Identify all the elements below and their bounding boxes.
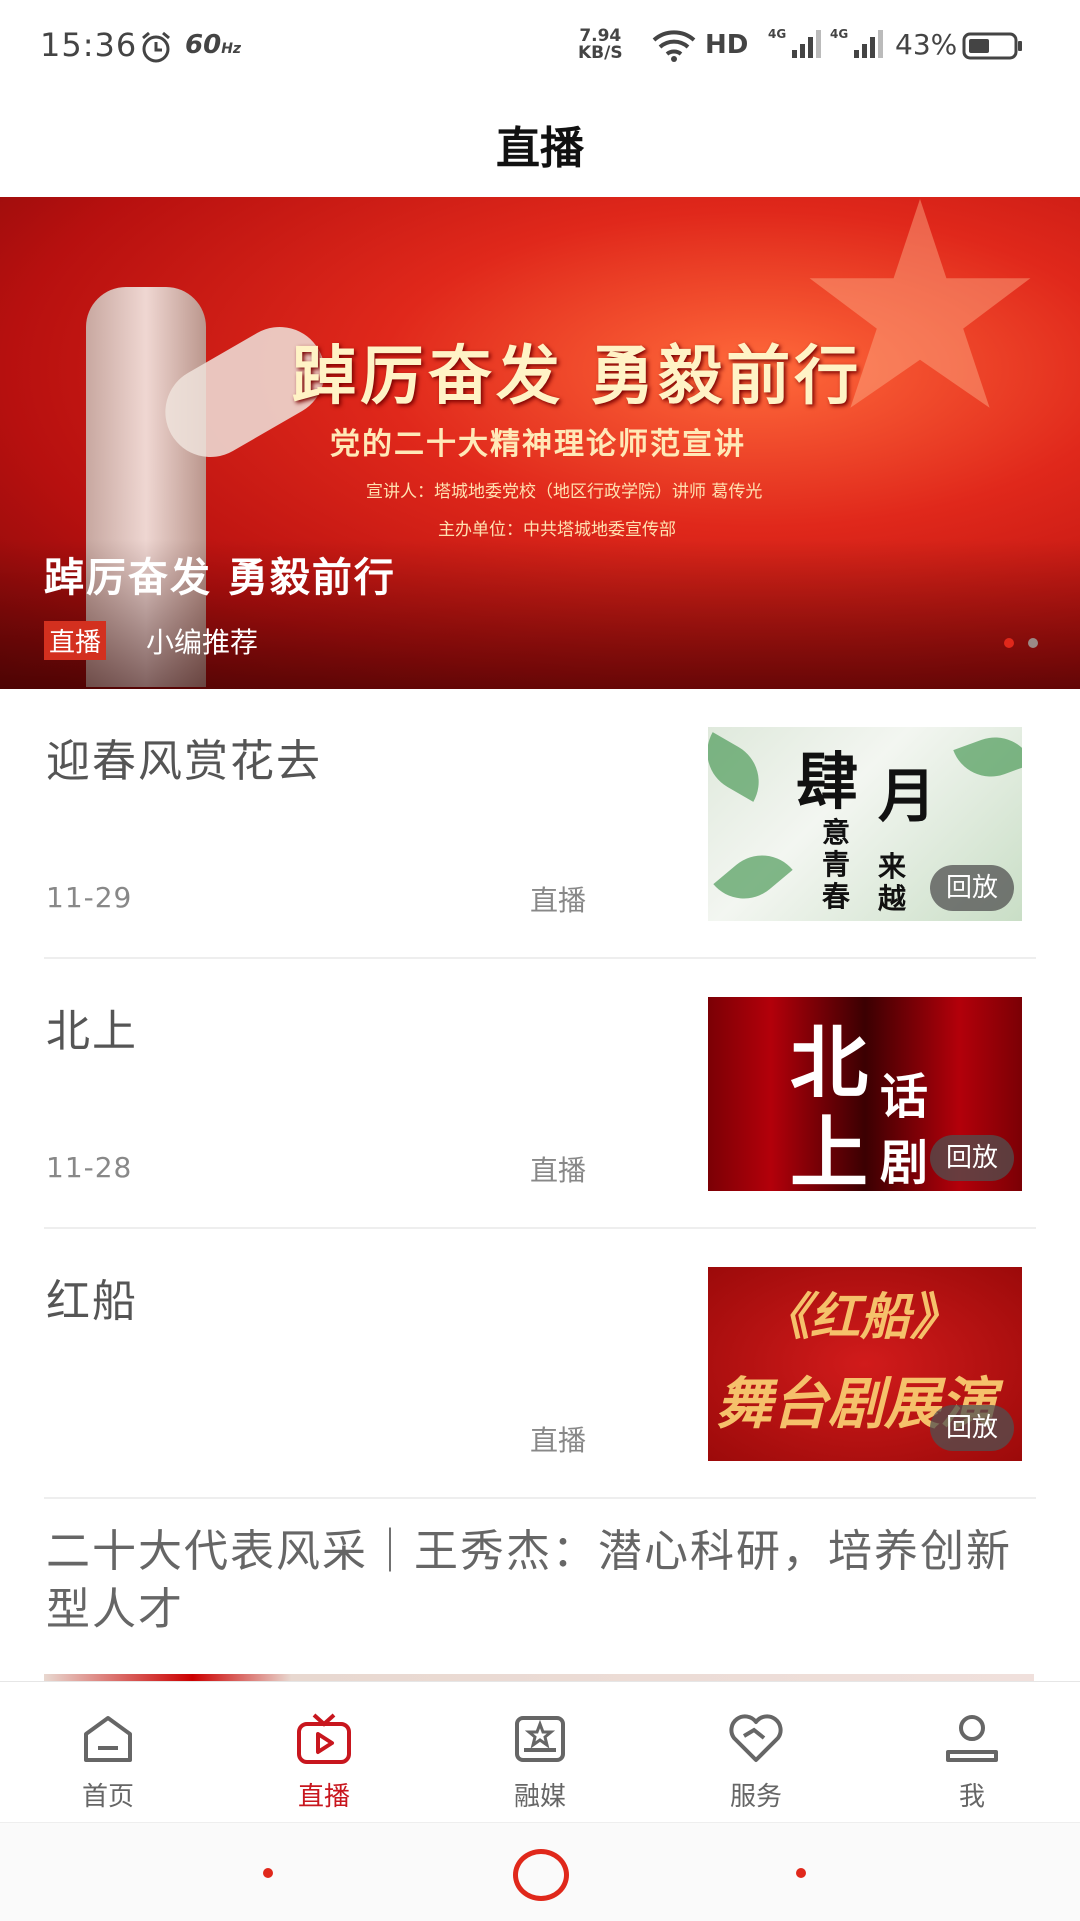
thumb-text: 剧 bbox=[880, 1135, 929, 1191]
carousel-indicator[interactable] bbox=[1004, 638, 1038, 648]
battery-percent: 43% bbox=[895, 28, 958, 61]
banner-image-subheadline: 党的二十大精神理论师范宣讲 bbox=[330, 427, 746, 462]
nav-back-button[interactable] bbox=[263, 1868, 273, 1878]
thumb-text: 话 bbox=[880, 1069, 929, 1125]
thumb-text: 意青春 bbox=[822, 816, 851, 913]
item-thumbnail[interactable]: 《红船》 舞台剧展演 回放 bbox=[708, 1267, 1022, 1461]
tab-media[interactable]: 融媒 bbox=[432, 1682, 648, 1823]
editor-pick-label: 小编推荐 bbox=[146, 626, 259, 659]
tab-label: 我 bbox=[958, 1782, 985, 1812]
battery-icon bbox=[962, 32, 1022, 60]
heart-service-icon bbox=[729, 1714, 783, 1762]
tab-label: 服务 bbox=[729, 1782, 782, 1812]
media-icon bbox=[515, 1716, 565, 1762]
live-tv-icon bbox=[297, 1713, 351, 1764]
status-bar: 15:36 60Hz 7.94 KB/S HD 4G 4G 43% bbox=[0, 0, 1080, 92]
alarm-icon bbox=[142, 31, 170, 63]
banner-image-speaker: 宣讲人：塔城地委党校（地区行政学院）讲师 葛传光 bbox=[366, 482, 763, 502]
system-nav-bar bbox=[0, 1822, 1080, 1921]
tab-home[interactable]: 首页 bbox=[0, 1682, 216, 1823]
tab-label: 首页 bbox=[81, 1782, 134, 1812]
hd-indicator: HD bbox=[705, 30, 749, 60]
tab-service[interactable]: 服务 bbox=[648, 1682, 864, 1823]
user-icon bbox=[946, 1715, 998, 1762]
signal-icon: 4G bbox=[830, 27, 883, 58]
item-type: 直播 bbox=[530, 884, 587, 917]
list-item[interactable]: 二十大代表风采｜王秀杰：潜心科研，培养创新型人才 bbox=[0, 1499, 1080, 1682]
item-title: 北上 bbox=[46, 1006, 138, 1057]
thumb-text: 月 bbox=[878, 762, 937, 830]
item-title: 红船 bbox=[46, 1276, 138, 1327]
replay-badge: 回放 bbox=[929, 865, 1014, 911]
network-speed: 7.94 KB/S bbox=[578, 26, 623, 63]
item-type: 直播 bbox=[530, 1154, 587, 1187]
item-title: 迎春风赏花去 bbox=[46, 736, 322, 787]
nav-recents-button[interactable] bbox=[796, 1868, 806, 1878]
item-thumbnail[interactable]: 北 上 话 剧 回放 bbox=[708, 997, 1022, 1191]
banner-image-organizer: 主办单位：中共塔城地委宣传部 bbox=[438, 520, 676, 540]
item-thumbnail[interactable]: 肆 月 意青春 来越 回放 bbox=[708, 727, 1022, 921]
tab-live[interactable]: 直播 bbox=[216, 1682, 432, 1823]
carousel-dot[interactable] bbox=[1004, 638, 1014, 648]
banner-image-headline: 踔厉奋发 勇毅前行 bbox=[292, 340, 863, 414]
featured-banner[interactable]: 踔厉奋发 勇毅前行 党的二十大精神理论师范宣讲 宣讲人：塔城地委党校（地区行政学… bbox=[0, 197, 1080, 689]
list-item[interactable]: 北上 11-28 直播 北 上 话 剧 回放 bbox=[0, 959, 1080, 1229]
thumb-text: 来越 bbox=[878, 850, 907, 915]
home-icon bbox=[84, 1716, 132, 1762]
refresh-rate: 60Hz bbox=[185, 30, 242, 60]
nav-home-button[interactable] bbox=[513, 1849, 569, 1901]
tab-label: 直播 bbox=[297, 1782, 350, 1812]
status-time: 15:36 bbox=[40, 26, 138, 64]
thumb-text: 上 bbox=[790, 1109, 869, 1191]
replay-badge: 回放 bbox=[929, 1135, 1014, 1181]
item-title: 二十大代表风采｜王秀杰：潜心科研，培养创新型人才 bbox=[46, 1526, 1012, 1635]
item-date: 11-29 bbox=[46, 881, 133, 914]
thumb-text: 《红船》 bbox=[760, 1288, 960, 1346]
wifi-icon bbox=[652, 30, 696, 62]
list-item[interactable]: 红船 直播 《红船》 舞台剧展演 回放 bbox=[0, 1229, 1080, 1499]
tab-me[interactable]: 我 bbox=[864, 1682, 1080, 1823]
list-item[interactable]: 迎春风赏花去 11-29 直播 肆 月 意青春 来越 回放 bbox=[0, 689, 1080, 959]
item-type: 直播 bbox=[530, 1424, 587, 1457]
thumb-text: 肆 bbox=[796, 745, 859, 818]
signal-icon: 4G bbox=[768, 27, 821, 58]
live-list: 迎春风赏花去 11-29 直播 肆 月 意青春 来越 回放 北上 11-28 直… bbox=[0, 689, 1080, 1499]
replay-badge: 回放 bbox=[929, 1405, 1014, 1451]
svg-text:4G: 4G bbox=[768, 27, 786, 41]
svg-text:4G: 4G bbox=[830, 27, 848, 41]
live-tag: 直播 bbox=[44, 621, 107, 660]
page-title: 直播 bbox=[496, 123, 584, 174]
carousel-dot[interactable] bbox=[1028, 638, 1038, 648]
item-date: 11-28 bbox=[46, 1151, 133, 1184]
tab-label: 融媒 bbox=[513, 1782, 566, 1812]
bottom-tabbar: 首页 直播 融媒 服务 我 bbox=[0, 1681, 1080, 1823]
banner-caption: 踔厉奋发 勇毅前行 bbox=[44, 555, 396, 601]
